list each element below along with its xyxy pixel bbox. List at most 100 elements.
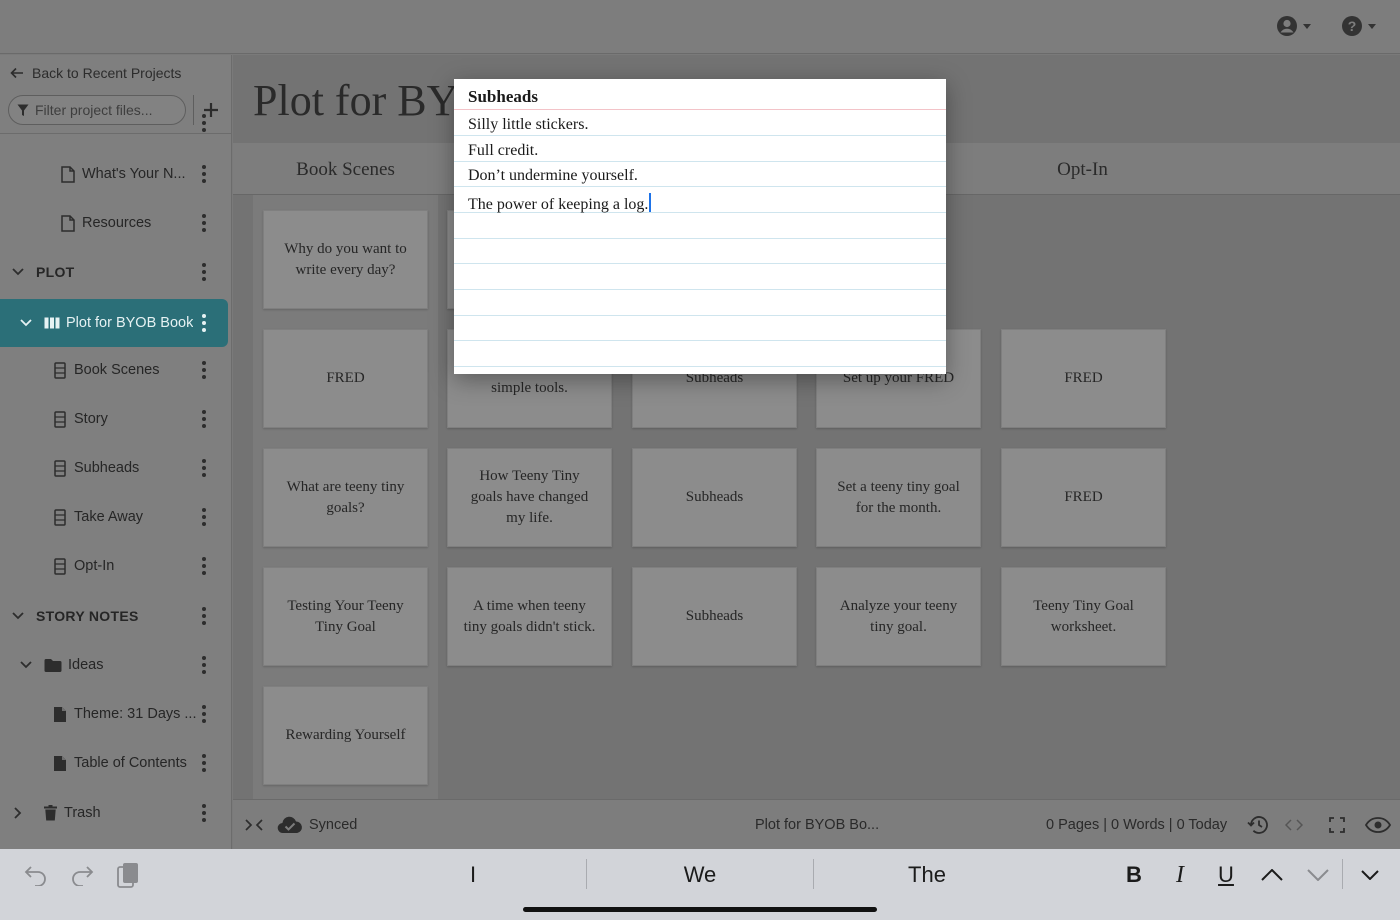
- more-options-icon[interactable]: [198, 211, 210, 235]
- chevron-down-icon[interactable]: [18, 314, 34, 332]
- paste-button[interactable]: [114, 861, 142, 889]
- collapse-arrows-icon: [1285, 819, 1303, 831]
- card[interactable]: Subheads: [632, 567, 797, 666]
- card[interactable]: Why do you want to write every day?: [263, 210, 428, 309]
- trash-icon: [42, 804, 58, 822]
- note-card-editor[interactable]: Subheads Silly little stickers. Full cre…: [454, 79, 946, 374]
- tree-item-ideas[interactable]: Ideas: [0, 643, 231, 687]
- tree-item-opt-in[interactable]: Opt-In: [0, 544, 231, 588]
- chevron-down-icon[interactable]: [18, 656, 34, 674]
- previous-field-button[interactable]: [1258, 861, 1286, 889]
- bold-button[interactable]: B: [1120, 861, 1148, 889]
- tree-section-label: PLOT: [36, 264, 75, 280]
- tree-item-partial[interactable]: [0, 101, 231, 145]
- back-to-recent-projects-link[interactable]: Back to Recent Projects: [10, 63, 181, 83]
- more-options-icon[interactable]: [198, 604, 210, 628]
- collapse-inspector-button[interactable]: [1285, 800, 1303, 850]
- account-circle-icon: [1275, 14, 1299, 38]
- preview-button[interactable]: [1365, 800, 1391, 850]
- tree-section-story-notes[interactable]: STORY NOTES: [0, 594, 231, 638]
- account-menu-button[interactable]: [1275, 12, 1311, 40]
- tree-item-subheads[interactable]: Subheads: [0, 446, 231, 490]
- sync-status: Synced: [277, 800, 357, 850]
- tree-item-label: Theme: 31 Days ...: [74, 706, 197, 722]
- history-button[interactable]: [1247, 800, 1269, 850]
- more-options-icon[interactable]: [198, 801, 210, 825]
- status-bar: Synced Plot for BYOB Bo... 0 Pages | 0 W…: [233, 799, 1400, 849]
- more-options-icon[interactable]: [198, 358, 210, 382]
- column-header-opt-in[interactable]: Opt-In: [1000, 159, 1165, 181]
- note-icon: [52, 705, 68, 723]
- text-cursor: [649, 193, 652, 212]
- chevron-right-icon[interactable]: [10, 804, 26, 822]
- suggestion-1[interactable]: I: [360, 859, 586, 891]
- card[interactable]: Analyze your teeny tiny goal.: [816, 567, 981, 666]
- more-options-icon[interactable]: [198, 456, 210, 480]
- collapse-sidebar-button[interactable]: [245, 800, 263, 850]
- tree-item-label: Take Away: [74, 509, 144, 525]
- tree-item-label: Trash: [64, 805, 101, 821]
- chevron-down-icon[interactable]: [10, 263, 26, 281]
- note-line[interactable]: Full credit.: [468, 142, 538, 160]
- tree-item-trash[interactable]: Trash: [0, 791, 231, 835]
- card[interactable]: What are teeny tiny goals?: [263, 448, 428, 547]
- tree-item-resources[interactable]: Resources: [0, 201, 231, 245]
- column-header-book-scenes[interactable]: Book Scenes: [263, 159, 428, 181]
- note-line-active[interactable]: The power of keeping a log.: [468, 193, 652, 214]
- ruled-line: [454, 315, 946, 316]
- suggestion-2[interactable]: We: [587, 859, 813, 891]
- redo-button[interactable]: [68, 861, 96, 889]
- italic-button[interactable]: I: [1166, 861, 1194, 889]
- eye-icon: [1365, 817, 1391, 833]
- card[interactable]: Set a teeny tiny goal for the month.: [816, 448, 981, 547]
- more-options-icon[interactable]: [198, 111, 210, 135]
- help-menu-button[interactable]: ?: [1340, 12, 1376, 40]
- tree-item-whats-your[interactable]: What's Your N...: [0, 152, 231, 196]
- tree-item-story[interactable]: Story: [0, 397, 231, 441]
- top-bar: ?: [0, 0, 1400, 54]
- card[interactable]: Testing Your Teeny Tiny Goal: [263, 567, 428, 666]
- note-card-title[interactable]: Subheads: [468, 87, 538, 107]
- more-options-icon[interactable]: [198, 653, 210, 677]
- card[interactable]: Teeny Tiny Goal worksheet.: [1001, 567, 1166, 666]
- more-options-icon[interactable]: [198, 554, 210, 578]
- ruled-line: [454, 161, 946, 162]
- chevron-down-icon[interactable]: [10, 607, 26, 625]
- ruled-line: [454, 135, 946, 136]
- card[interactable]: FRED: [1001, 448, 1166, 547]
- note-line[interactable]: Don’t undermine yourself.: [468, 167, 638, 185]
- fullscreen-button[interactable]: [1329, 800, 1345, 850]
- page-title: Plot for BY: [253, 76, 459, 125]
- card[interactable]: Rewarding Yourself: [263, 686, 428, 785]
- next-field-button[interactable]: [1304, 861, 1332, 889]
- more-options-icon[interactable]: [198, 751, 210, 775]
- tree-item-take-away[interactable]: Take Away: [0, 495, 231, 539]
- card[interactable]: How Teeny Tiny goals have changed my lif…: [447, 448, 612, 547]
- card[interactable]: FRED: [263, 329, 428, 428]
- undo-button[interactable]: [22, 861, 50, 889]
- redo-icon: [70, 864, 94, 886]
- more-options-icon[interactable]: [198, 260, 210, 284]
- tree-section-plot[interactable]: PLOT: [0, 250, 231, 294]
- suggestion-3[interactable]: The: [814, 859, 1040, 891]
- more-options-icon[interactable]: [198, 702, 210, 726]
- more-options-icon[interactable]: [198, 311, 210, 335]
- tree-item-plot-for-byob-book[interactable]: Plot for BYOB Book: [0, 299, 228, 347]
- tree-item-book-scenes[interactable]: Book Scenes: [0, 348, 231, 392]
- card[interactable]: FRED: [1001, 329, 1166, 428]
- tree-item-label: Book Scenes: [74, 362, 160, 378]
- note-line[interactable]: Silly little stickers.: [468, 116, 588, 134]
- tree-item-theme-31-days[interactable]: Theme: 31 Days ...: [0, 692, 231, 736]
- back-link-label: Back to Recent Projects: [32, 65, 182, 81]
- card[interactable]: A time when teeny tiny goals didn't stic…: [447, 567, 612, 666]
- tree-item-table-of-contents[interactable]: Table of Contents: [0, 741, 231, 785]
- more-options-icon[interactable]: [198, 162, 210, 186]
- underline-button[interactable]: U: [1212, 861, 1240, 889]
- more-options-icon[interactable]: [198, 407, 210, 431]
- arrow-left-icon: [10, 66, 24, 80]
- dismiss-keyboard-button[interactable]: [1356, 861, 1384, 889]
- card[interactable]: Subheads: [632, 448, 797, 547]
- chevron-down-icon: [1368, 23, 1376, 29]
- title-rule: [454, 109, 946, 110]
- more-options-icon[interactable]: [198, 505, 210, 529]
